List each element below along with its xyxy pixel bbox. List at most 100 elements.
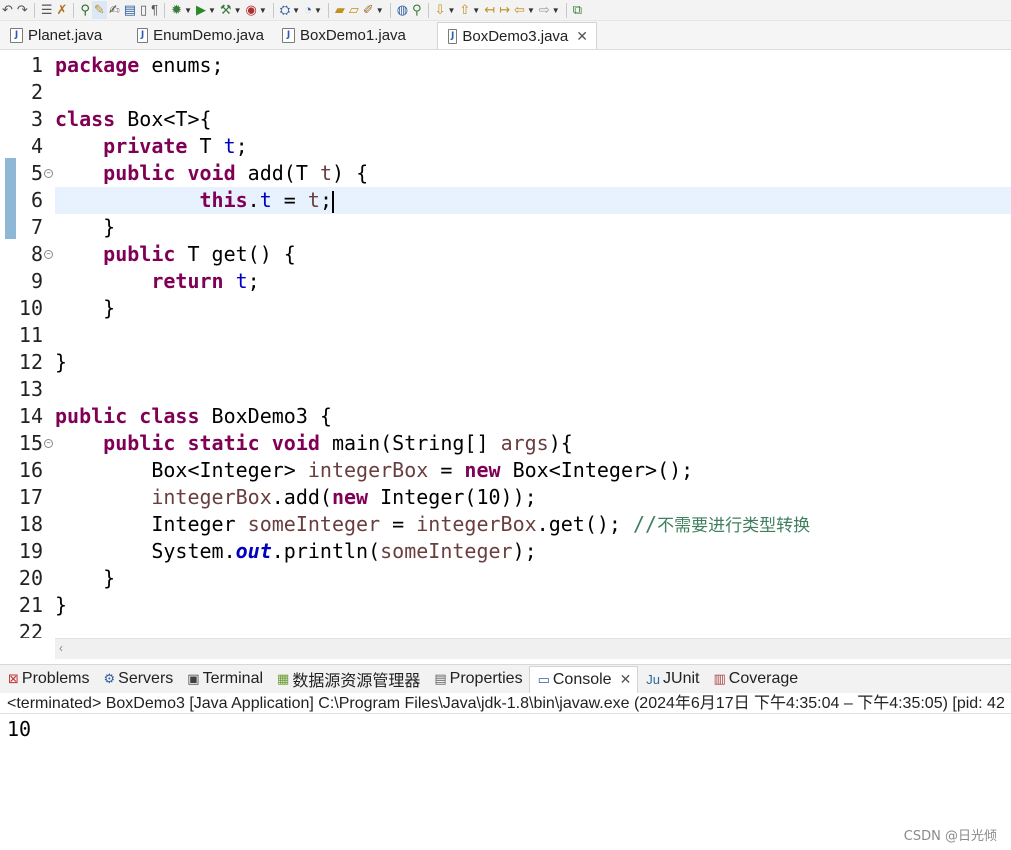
panel-tab-label: Servers [118, 670, 174, 687]
redo-icon[interactable]: ↷ [15, 1, 30, 19]
code-text: } [55, 295, 115, 322]
run-icon[interactable]: ▶ ▼ [194, 1, 218, 19]
fold-toggle-icon[interactable]: − [44, 169, 53, 178]
code-line[interactable]: 21} [0, 592, 1011, 619]
code-token: out [235, 539, 272, 563]
code-line[interactable]: 12} [0, 349, 1011, 376]
code-token: someInteger [247, 512, 381, 536]
highlight-icon[interactable]: ✎ [91, 1, 107, 19]
code-line[interactable]: 15− public static void main(String[] arg… [0, 430, 1011, 457]
code-token: static [187, 431, 260, 455]
new-class-icon[interactable]: ◔ ▼ [302, 1, 324, 19]
open-type-icon[interactable]: ▰ [333, 1, 347, 19]
code-line[interactable]: 14 public class BoxDemo3 { [0, 403, 1011, 430]
search-file-icon[interactable]: ⚲ [410, 1, 424, 19]
debug-icon[interactable]: ✹ ▼ [169, 1, 194, 19]
toggle-comment-icon[interactable]: ☰ [39, 1, 55, 19]
last-edit-location-icon[interactable]: ↤ [482, 1, 497, 19]
globe-icon[interactable]: ◍ [395, 1, 410, 19]
console-launch-status: <terminated> BoxDemo3 [Java Application]… [0, 693, 1011, 714]
editor-tab[interactable]: J BoxDemo3.java ✕ [437, 22, 597, 49]
code-editor[interactable]: 1 package enums; 2 3 class Box<T>{4 private … [0, 50, 1011, 638]
editor-tab[interactable]: J Planet.java [0, 22, 127, 49]
new-project-icon[interactable]: ⛭ ▼ [278, 1, 302, 19]
line-number: 8 [30, 242, 43, 266]
code-token: ) { [331, 161, 369, 185]
code-line[interactable]: 17 integerBox.add(new Integer(10)); [0, 484, 1011, 511]
panel-tab-label: Console [552, 670, 612, 688]
format-icon[interactable]: ✗ [54, 1, 69, 19]
previous-annotation-icon[interactable]: ⇧ ▼ [457, 1, 482, 19]
code-token: add(T [235, 161, 320, 185]
code-line[interactable]: 6 this.t = t; [0, 187, 1011, 214]
code-token: } [55, 593, 68, 617]
code-line[interactable]: 18 Integer someInteger = integerBox.get(… [0, 511, 1011, 538]
line-number: 16 [18, 458, 43, 482]
panel-tab-terminal[interactable]: ▣ Terminal [179, 666, 269, 692]
panel-tab-label: Problems [21, 670, 90, 687]
forward-icon[interactable]: ⇨ ▼ [537, 1, 562, 19]
code-token: BoxDemo3 { [199, 404, 332, 428]
paragraph-icon[interactable]: ¶ [149, 1, 160, 19]
panel-tab-servers[interactable]: ⚙ Servers [95, 666, 179, 692]
code-token: ){ [548, 431, 573, 455]
code-line[interactable]: 16 Box<Integer> integerBox = new Box<Int… [0, 457, 1011, 484]
code-line[interactable]: 3 class Box<T>{ [0, 106, 1011, 133]
scroll-left-icon[interactable]: ‹ [59, 641, 63, 655]
panel-tab-label: Terminal [202, 670, 264, 687]
back-icon[interactable]: ⇦ ▼ [512, 1, 537, 19]
editor-horizontal-scrollbar[interactable]: ‹ [55, 638, 1011, 659]
fold-toggle-icon[interactable]: − [44, 250, 53, 259]
console-output[interactable]: 10 [7, 717, 31, 741]
panel-tab-junit[interactable]: Ju JUnit [638, 666, 705, 692]
code-line[interactable]: 20 } [0, 565, 1011, 592]
panel-tab-properties[interactable]: ▤ Properties [426, 666, 528, 692]
toolbar-separator [73, 2, 75, 18]
code-line[interactable]: 1 package enums; [0, 52, 1011, 79]
code-line[interactable]: 4 private T t; [0, 133, 1011, 160]
search-icon[interactable]: ⚲ [78, 1, 92, 19]
forward-history-icon[interactable]: ↦ [497, 1, 512, 19]
editor-tab[interactable]: J EnumDemo.java [127, 22, 272, 49]
next-annotation-icon[interactable]: ⇩ ▼ [433, 1, 458, 19]
code-token: integerBox [307, 458, 429, 482]
external-tools-icon[interactable]: ⚒ ▼ [218, 1, 244, 19]
java-file-icon: J [448, 28, 458, 44]
close-icon[interactable]: ✕ [576, 28, 588, 45]
undo-icon[interactable]: ↶ [0, 1, 15, 19]
code-token: System. [55, 539, 236, 563]
code-line[interactable]: 10 } [0, 295, 1011, 322]
open-folder-icon[interactable]: ▱ [347, 1, 361, 19]
code-line[interactable]: 9 return t; [0, 268, 1011, 295]
code-line[interactable]: 7 } [0, 214, 1011, 241]
code-line[interactable]: 19 System.out.println(someInteger); [0, 538, 1011, 565]
code-token: 不需要进行类型转换 [657, 516, 811, 536]
code-line[interactable]: 11 [0, 322, 1011, 349]
code-token: t [307, 188, 320, 212]
code-token: integerBox [416, 512, 537, 536]
line-number: 2 [30, 80, 43, 104]
pin-editor-icon[interactable]: ⧉ [571, 1, 584, 19]
panel-tab-数据源资源管理器[interactable]: ▦ 数据源资源管理器 [269, 666, 426, 692]
code-line[interactable]: 13 [0, 376, 1011, 403]
code-line[interactable]: 22 [0, 619, 1011, 638]
code-token: class [139, 404, 200, 428]
open-task-icon[interactable]: ✐ ▼ [361, 1, 386, 19]
panel-tab-coverage[interactable]: ▥ Coverage [705, 666, 804, 692]
code-line[interactable]: 8− public T get() { [0, 241, 1011, 268]
code-line[interactable]: 5− public void add(T t) { [0, 160, 1011, 187]
fold-toggle-icon[interactable]: − [44, 439, 53, 448]
block-selection-icon[interactable]: ▤ [122, 1, 138, 19]
editor-tab[interactable]: J BoxDemo1.java [272, 22, 437, 49]
code-text: public static void main(String[] args){ [55, 430, 573, 457]
close-icon[interactable]: ✕ [620, 671, 632, 688]
panel-tab-problems[interactable]: ⊠ Problems [0, 666, 95, 692]
code-token: void [271, 431, 320, 455]
mark-occurrences-icon[interactable]: ✍ [107, 1, 122, 19]
code-token: Integer(10)); [368, 485, 537, 509]
code-line[interactable]: 2 [0, 79, 1011, 106]
coverage-run-icon[interactable]: ◉ ▼ [243, 1, 268, 19]
show-whitespace-icon[interactable]: ▯ [138, 1, 149, 19]
panel-tab-console[interactable]: ▭ Console ✕ [528, 665, 639, 693]
